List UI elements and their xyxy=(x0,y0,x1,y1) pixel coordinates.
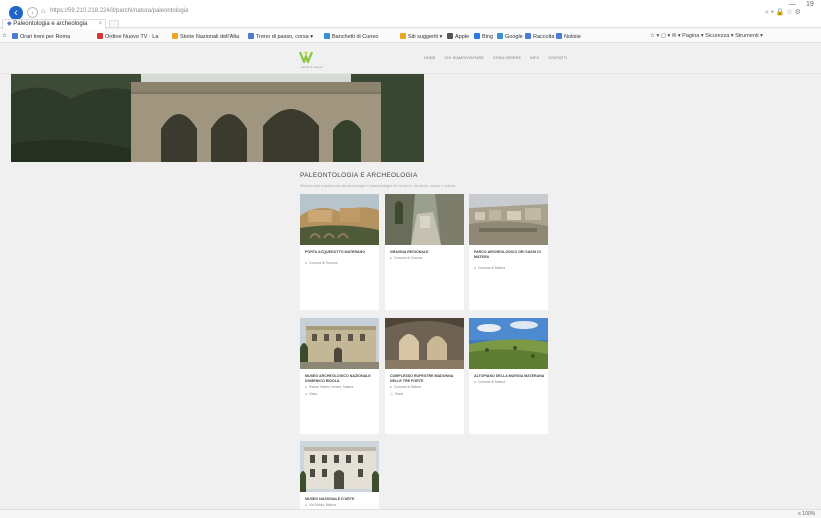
card-image xyxy=(469,318,548,369)
favorites-star-icon[interactable]: ☆ xyxy=(2,33,7,39)
bookmark-item[interactable]: Apple xyxy=(447,33,469,40)
nav-home[interactable]: Home xyxy=(424,56,436,60)
back-icon[interactable]: ‹ xyxy=(9,6,23,20)
minimize-icon[interactable]: — xyxy=(789,1,796,8)
card-title[interactable]: GRAVINA REGIONALE xyxy=(390,250,462,255)
tab-favicon-icon: ◆ xyxy=(7,21,12,27)
card-location: ● Via Ridola, Matera xyxy=(305,503,337,507)
card-location: ● Comune di Gravina xyxy=(305,261,338,265)
home-icon[interactable]: ⌂ xyxy=(41,8,45,15)
logo-tagline: parchi di matera xyxy=(301,65,323,69)
bookmark-item[interactable]: Bing xyxy=(474,33,493,40)
location-pin-icon: ● xyxy=(390,256,392,260)
site-nav: Home Chi siamo/visitare Cosa vedere Info… xyxy=(424,56,567,60)
status-dot-icon: ● xyxy=(305,392,307,396)
section-title: PALEONTOLOGIA E ARCHEOLOGIA xyxy=(300,172,418,179)
window-control[interactable]: 19 xyxy=(806,1,814,8)
nav-contatti[interactable]: Contatti xyxy=(548,56,567,60)
address-tools[interactable]: ⌕ ▾ 🔒 ☆ ⚙ xyxy=(765,8,801,17)
hero-image xyxy=(11,74,424,162)
location-pin-icon: ● xyxy=(474,380,476,384)
location-pin-icon: ● xyxy=(305,503,307,507)
card-image xyxy=(300,194,379,245)
place-card[interactable]: PARCO ARCHEOLOGICO DEI SASSI DI MATERA ●… xyxy=(469,194,548,310)
favorites-bar: ☆ Orari treni per Roma Ordine Nuovo TV ·… xyxy=(0,29,821,43)
bookmark-item[interactable]: Treno di passo, corsa ▾ xyxy=(248,33,313,40)
command-bar[interactable]: ☆ ▾ ▢ ▾ ✉ ▾ Pagina ▾ Sicurezza ▾ Strumen… xyxy=(650,33,763,39)
bookmark-item[interactable]: Orari treni per Roma xyxy=(12,33,70,40)
card-title[interactable]: PARCO ARCHEOLOGICO DEI SASSI DI MATERA xyxy=(474,250,546,260)
section-subtitle: Percorsi alla scoperta dei siti archeolo… xyxy=(300,184,456,188)
status-bar: ≡ 100% xyxy=(0,509,821,518)
place-card[interactable]: COMPLESSO RUPESTRE MADONNA DELLE TRE POR… xyxy=(385,318,464,434)
location-pin-icon: ● xyxy=(305,261,307,265)
clock-icon: ◷ xyxy=(390,392,393,396)
browser-titlebar: ‹ › ⌂ https://59.210.218.224/it/parchi/n… xyxy=(0,0,821,29)
card-image xyxy=(469,194,548,245)
place-card[interactable]: ALTOPIANO DELLA MURGIA MATERANA ● Comune … xyxy=(469,318,548,434)
site-logo-icon[interactable] xyxy=(298,50,314,64)
bookmark-item[interactable]: Banchetti di Cuneo xyxy=(324,33,378,40)
forward-icon[interactable]: › xyxy=(27,7,38,18)
card-extra: ◷ Sassi xyxy=(390,392,403,396)
site-header: parchi di matera Home Chi siamo/visitare… xyxy=(0,44,821,74)
close-icon[interactable]: × xyxy=(98,20,102,29)
card-title[interactable]: ALTOPIANO DELLA MURGIA MATERANA xyxy=(474,374,546,379)
location-pin-icon: ● xyxy=(305,385,307,389)
bookmark-item[interactable]: Siti suggeriti ▾ xyxy=(400,33,442,40)
nav-cosa-vedere[interactable]: Cosa vedere xyxy=(493,56,521,60)
place-card[interactable]: PORTA ACQUEDOTTO MATERANO ● Comune di Gra… xyxy=(300,194,379,310)
place-card[interactable]: MUSEO NAZIONALE D'ARTE ● Via Ridola, Mate… xyxy=(300,441,379,509)
card-location: ● Comune di Matera xyxy=(474,266,506,270)
bookmark-item[interactable]: Storie Nazionali dell'Alta xyxy=(172,33,239,40)
card-title[interactable]: COMPLESSO RUPESTRE MADONNA DELLE TRE POR… xyxy=(390,374,462,384)
card-extra: ● Visita xyxy=(305,392,318,396)
card-title[interactable]: MUSEO NAZIONALE D'ARTE xyxy=(305,497,377,502)
card-title[interactable]: MUSEO ARCHEOLOGICO NAZIONALE DOMENICO RI… xyxy=(305,374,377,384)
location-pin-icon: ● xyxy=(390,385,392,389)
address-bar[interactable]: https://59.210.218.224/it/parchi/natura/… xyxy=(50,8,188,14)
card-location: ● Piazza Vittorio Veneto, Matera xyxy=(305,385,354,389)
web-page: parchi di matera Home Chi siamo/visitare… xyxy=(0,44,821,509)
card-image xyxy=(300,318,379,369)
new-tab-button[interactable] xyxy=(109,20,119,28)
card-location: ● Comune di Gravina xyxy=(390,256,423,260)
card-image xyxy=(385,318,464,369)
place-card[interactable]: GRAVINA REGIONALE ● Comune di Gravina xyxy=(385,194,464,310)
nav-info[interactable]: Info xyxy=(530,56,539,60)
card-image xyxy=(385,194,464,245)
card-image xyxy=(300,441,379,492)
tab-title: Paleontologia e archeologia xyxy=(13,21,88,27)
card-location: ● Comune di Matera xyxy=(390,385,422,389)
bookmark-item[interactable]: Ordine Nuovo TV · La xyxy=(97,33,158,40)
location-pin-icon: ● xyxy=(474,266,476,270)
card-location: ● Comune di Matera xyxy=(474,380,506,384)
place-card[interactable]: MUSEO ARCHEOLOGICO NAZIONALE DOMENICO RI… xyxy=(300,318,379,434)
card-title[interactable]: PORTA ACQUEDOTTO MATERANO xyxy=(305,250,377,255)
zoom-level[interactable]: ≡ 100% xyxy=(798,511,815,517)
bookmark-item[interactable]: Raccolta xyxy=(525,33,554,40)
bookmark-item[interactable]: Notizie xyxy=(556,33,581,40)
browser-tab[interactable]: ◆ Paleontologia e archeologia × xyxy=(2,19,106,29)
nav-chi-siamo[interactable]: Chi siamo/visitare xyxy=(445,56,484,60)
bookmark-item[interactable]: Google xyxy=(497,33,523,40)
